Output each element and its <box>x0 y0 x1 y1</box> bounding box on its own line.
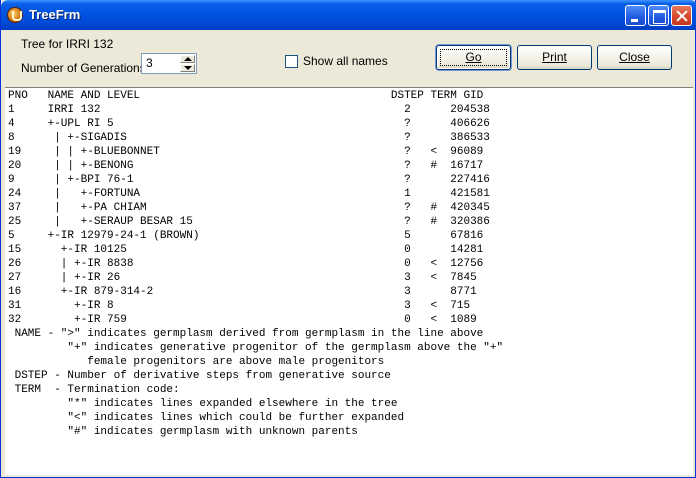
output-line: PNO NAME AND LEVEL DSTEP TERM GID <box>8 90 484 102</box>
output-line: NAME - ">" indicates germplasm derived f… <box>8 328 484 340</box>
output-line: female progenitors are above male progen… <box>8 356 385 368</box>
output-line: 15 +-IR 10125 0 14281 <box>8 244 484 256</box>
tree-label: Tree for IRRI 132 <box>21 37 114 51</box>
output-line: 19 | | +-BLUEBONNET ? < 96089 <box>8 146 484 158</box>
generations-spinner[interactable]: 3 <box>141 53 197 74</box>
output-line: 25 | +-SERAUP BESAR 15 ? # 320386 <box>8 216 490 228</box>
generations-value[interactable]: 3 <box>146 56 153 70</box>
close-window-button[interactable] <box>671 5 692 26</box>
close-button[interactable]: Close <box>597 45 672 70</box>
close-button-label: Close <box>619 50 650 64</box>
spinner-up-arrow-icon[interactable] <box>180 55 195 63</box>
output-line: 24 | +-FORTUNA 1 421581 <box>8 188 490 200</box>
output-lines: PNO NAME AND LEVEL DSTEP TERM GID 1 IRRI … <box>8 89 503 439</box>
output-line: 20 | | +-BENONG ? # 16717 <box>8 160 484 172</box>
output-line: 27 | +-IR 26 3 < 7845 <box>8 272 477 284</box>
output-line: TERM - Termination code: <box>8 384 180 396</box>
output-line: 16 +-IR 879-314-2 3 8771 <box>8 286 477 298</box>
output-line: 8 | +-SIGADIS ? 386533 <box>8 132 490 144</box>
title-bar[interactable]: TreeFrm <box>1 0 696 30</box>
output-line: 31 +-IR 8 3 < 715 <box>8 300 471 312</box>
output-line: DSTEP - Number of derivative steps from … <box>8 370 391 382</box>
window-title: TreeFrm <box>29 7 81 22</box>
output-line: 1 IRRI 132 2 204538 <box>8 104 490 116</box>
output-line: 5 +-IR 12979-24-1 (BROWN) 5 67816 <box>8 230 484 242</box>
output-line: 32 +-IR 759 0 < 1089 <box>8 314 477 326</box>
output-line: 26 | +-IR 8838 0 < 12756 <box>8 258 484 270</box>
output-line: "#" indicates germplasm with unknown par… <box>8 426 358 438</box>
show-all-names-label[interactable]: Show all names <box>303 54 388 68</box>
go-button[interactable]: Go <box>436 45 511 70</box>
output-line: 37 | +-PA CHIAM ? # 420345 <box>8 202 490 214</box>
tree-output-text[interactable]: PNO NAME AND LEVEL DSTEP TERM GID 1 IRRI … <box>5 87 693 475</box>
output-line: 9 | +-BPI 76-1 ? 227416 <box>8 174 490 186</box>
output-line: "*" indicates lines expanded elsewhere i… <box>8 398 398 410</box>
minimize-button[interactable] <box>625 5 646 26</box>
print-button[interactable]: Print <box>517 45 592 70</box>
app-icon <box>7 7 23 23</box>
spinner-buttons <box>180 55 195 72</box>
print-button-label: Print <box>542 50 567 64</box>
spinner-down-arrow-icon[interactable] <box>180 64 195 72</box>
output-line: "<" indicates lines which could be furth… <box>8 412 405 424</box>
maximize-button[interactable] <box>648 5 669 26</box>
output-line: 4 +-UPL RI 5 ? 406626 <box>8 118 490 130</box>
focus-rectangle <box>440 49 507 66</box>
generations-label: Number of Generations <box>21 61 146 75</box>
show-all-names-checkbox[interactable] <box>285 55 298 68</box>
treefrm-window: TreeFrm Tree for IRRI 132 Number of Gene… <box>0 0 696 478</box>
output-line: "+" indicates generative progenitor of t… <box>8 342 504 354</box>
